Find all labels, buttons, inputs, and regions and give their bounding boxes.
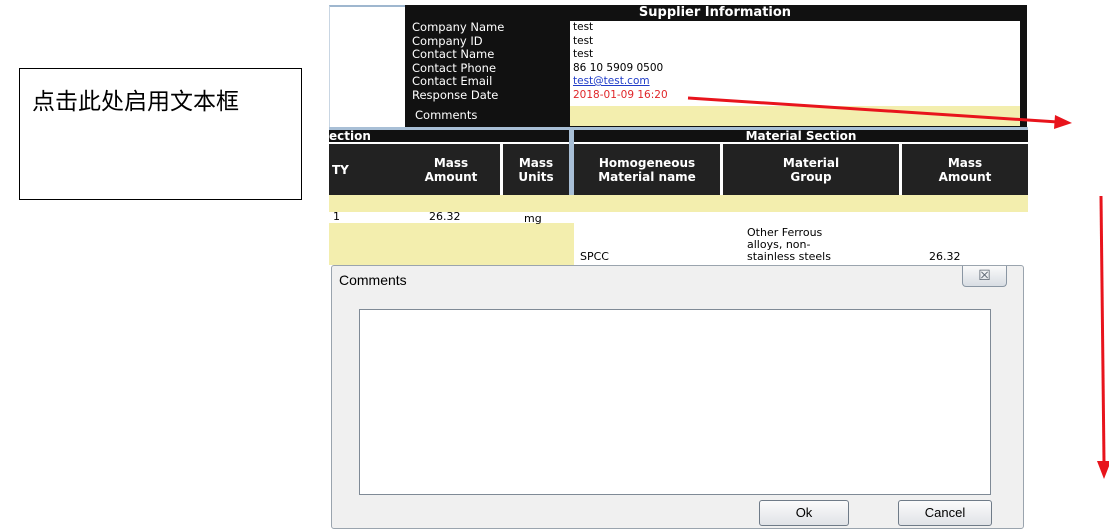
close-icon: ☒ <box>978 267 991 283</box>
mass-amount-right-cell[interactable]: 26.32 <box>929 251 961 263</box>
comments-label: Comments <box>415 108 478 122</box>
material-name-cell[interactable]: SPCC <box>580 251 609 263</box>
sheet-blank-area <box>329 5 406 129</box>
material-section-header: Material Section <box>574 130 1028 142</box>
column-header-qty: TY <box>329 144 402 195</box>
qty-cell[interactable]: 1 <box>333 211 340 223</box>
column-header-mass-units: Mass Units <box>503 144 569 195</box>
mass-units-cell[interactable]: mg <box>524 213 542 225</box>
comments-cell[interactable] <box>570 106 1020 126</box>
supplier-labels: Company Name Company ID Contact Name Con… <box>412 20 572 102</box>
company-id-value[interactable]: test <box>570 35 1020 49</box>
company-name-label: Company Name <box>412 20 505 34</box>
contact-email-link[interactable]: test@test.com <box>570 75 1020 89</box>
material-group-cell[interactable]: Other Ferrous alloys, non- stainless ste… <box>747 227 831 263</box>
supplier-information-panel: Supplier Information Company Name Compan… <box>405 5 1027 127</box>
contact-name-label: Contact Name <box>412 47 495 61</box>
cancel-button[interactable]: Cancel <box>898 500 992 526</box>
response-date-value[interactable]: 2018-01-09 16:20 <box>570 89 1020 103</box>
company-name-value[interactable]: test <box>570 21 1020 35</box>
annotation-text: 点击此处启用文本框 <box>32 89 239 115</box>
row-highlight-left <box>329 223 574 265</box>
company-id-label: Company ID <box>412 33 483 48</box>
column-header-material-name: Homogeneous Material name <box>574 144 720 195</box>
section-header-left: ection <box>329 130 569 142</box>
supplier-values: test test test 86 10 5909 0500 test@test… <box>570 21 1020 106</box>
contact-name-value[interactable]: test <box>570 48 1020 62</box>
ok-button[interactable]: Ok <box>759 500 849 526</box>
close-button[interactable]: ☒ <box>962 266 1007 287</box>
mass-amount-cell[interactable]: 26.32 <box>429 211 461 223</box>
contact-email-label: Contact Email <box>412 74 493 88</box>
dialog-title: Comments <box>339 272 407 288</box>
column-header-material-group: Material Group <box>723 144 899 195</box>
supplier-title: Supplier Information <box>638 5 792 20</box>
column-header-mass-amount-right: Mass Amount <box>902 144 1028 195</box>
comments-textarea[interactable] <box>359 309 991 495</box>
column-header-mass-amount: Mass Amount <box>402 144 500 195</box>
arrow-down <box>1097 195 1109 479</box>
comments-dialog: Comments ☒ Ok Cancel <box>331 265 1024 529</box>
response-date-label: Response Date <box>412 87 499 102</box>
contact-phone-value[interactable]: 86 10 5909 0500 <box>570 62 1020 76</box>
annotation-box: 点击此处启用文本框 <box>19 68 302 200</box>
contact-phone-label: Contact Phone <box>412 60 497 75</box>
